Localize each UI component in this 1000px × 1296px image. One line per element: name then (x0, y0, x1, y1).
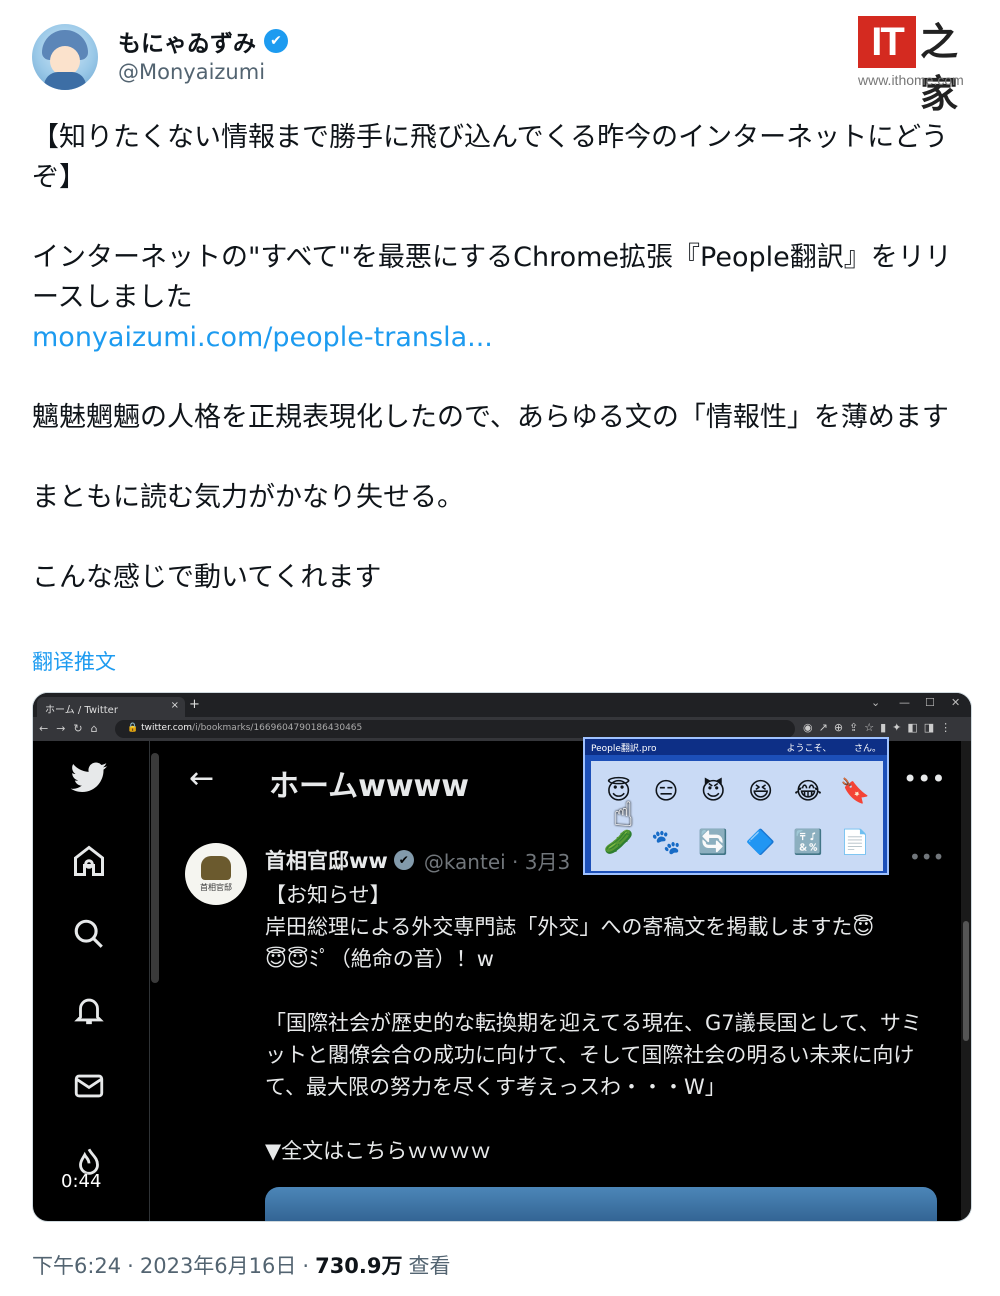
new-tab-icon: + (189, 697, 200, 712)
post-avatar: 首相官邸 (185, 843, 247, 905)
popup-option-icon[interactable]: 🐾 (644, 818, 687, 865)
verified-badge-icon: ✔ (264, 29, 288, 53)
page-title: ホームwwww (269, 769, 469, 804)
watermark-url: www.ithome.com (858, 72, 964, 88)
verified-badge-icon: ✔ (393, 850, 414, 870)
tweet-time[interactable]: 下午6:24 (32, 1250, 121, 1280)
popup-title: People翻訳.pro (591, 744, 657, 754)
popup-icon-grid: 😇 😑 😈 😆 😂 🔖 🥒 🐾 🔄 🔷 🔣 📄 (591, 761, 883, 871)
popup-option-icon[interactable]: 😈 (692, 767, 735, 814)
views-label: 查看 (408, 1254, 451, 1278)
tweet-link[interactable]: monyaizumi.com/people-transla... (32, 318, 972, 358)
maximize-icon: ☐ (925, 696, 935, 709)
tweet-paragraph: 【知りたくない情報まで勝手に飛び込んでくる昨今のインターネットにどうぞ】 (32, 122, 949, 193)
url-path: /i/bookmarks/1669604790186430465 (192, 723, 363, 733)
author-display-name[interactable]: もにゃゐずみ (118, 24, 256, 58)
popup-option-icon[interactable]: 😂 (786, 767, 829, 814)
tweet-date[interactable]: 2023年6月16日 (140, 1250, 297, 1280)
url-host: twitter.com (141, 723, 193, 733)
post-body: 【お知らせ】 岸田総理による外交専門誌「外交」への寄稿文を掲載しますた😇 😇😇ﾐ… (265, 883, 922, 1163)
divider (149, 741, 150, 1221)
separator: · (127, 1254, 134, 1278)
post-author-name: 首相官邸ww (265, 849, 388, 873)
tweet-paragraph: インターネットの"すべて"を最悪にするChrome拡張『People翻訳』をリリ… (32, 242, 952, 313)
browser-tab-strip: ホーム / Twitter × + ⌄ — ☐ ✕ (33, 693, 971, 717)
more-icon: ••• (903, 765, 946, 793)
home-icon (67, 843, 111, 887)
popup-option-icon[interactable]: 🔷 (739, 818, 782, 865)
view-count: 730.9万 (315, 1254, 403, 1278)
link-card (265, 1187, 937, 1221)
watermark-brand-suffix: 之家 (920, 20, 959, 116)
hand-cursor-icon: ☝ (613, 795, 634, 835)
popup-option-icon[interactable]: 😑 (644, 767, 687, 814)
browser-tab: ホーム / Twitter × (37, 697, 185, 717)
separator: · (302, 1254, 310, 1278)
popup-option-icon[interactable]: 🔄 (692, 818, 735, 865)
popup-header: People翻訳.pro ようこそ、 さん。 (585, 739, 887, 755)
address-bar: 🔒 twitter.com/i/bookmarks/16696047901864… (115, 720, 795, 738)
browser-nav-icons: ←→↻⌂ (39, 722, 106, 735)
chevron-down-icon: ⌄ (871, 696, 881, 709)
tweet-paragraph: まともに読む気力がかなり失せる。 (32, 482, 464, 513)
browser-tab-title: ホーム / Twitter (45, 705, 118, 716)
minimize-icon: — (899, 696, 910, 709)
mail-icon (67, 1069, 111, 1113)
post-handle: @kantei · 3月3 (423, 849, 571, 874)
tweet-text: 【知りたくない情報まで勝手に飛び込んでくる昨今のインターネットにどうぞ】 インタ… (32, 118, 972, 598)
tweet-paragraph: こんな感じで動いてくれます (32, 562, 382, 593)
more-icon: ••• (909, 845, 945, 869)
paulownia-emblem-icon (201, 855, 231, 880)
video-time-badge: 0:44 (61, 1171, 102, 1192)
popup-greeting: ようこそ、 さん。 (786, 744, 881, 754)
tweet-meta: 下午6:24 · 2023年6月16日 · 730.9万 查看 (32, 1250, 451, 1280)
popup-option-icon[interactable]: 📄 (834, 818, 877, 865)
scrollbar (961, 741, 971, 1221)
popup-option-icon[interactable]: 😆 (739, 767, 782, 814)
extension-icons: ◉↗⊕⇪☆▮✦◧◨⋮ (803, 721, 958, 734)
popup-option-icon[interactable]: 🔖 (834, 767, 877, 814)
ithome-watermark: IT 之家 www.ithome.com (858, 16, 986, 116)
bell-icon (67, 993, 111, 1037)
window-close-icon: ✕ (951, 696, 961, 709)
tweet-paragraph: 魑魅魍魎の人格を正規表現化したので、あらゆる文の「情報性」を薄めます (32, 402, 949, 433)
translate-tweet-link[interactable]: 翻译推文 (32, 646, 116, 676)
close-icon: × (170, 700, 179, 711)
popup-option-icon[interactable]: 🔣 (786, 818, 829, 865)
tweet-video[interactable]: ホーム / Twitter × + ⌄ — ☐ ✕ ←→↻⌂ 🔒 twitter… (32, 692, 972, 1222)
watermark-brand: IT (858, 16, 916, 68)
author-handle[interactable]: @Monyaizumi (118, 60, 265, 84)
post-avatar-label: 首相官邸 (200, 882, 232, 892)
back-arrow-icon: ← (189, 761, 215, 796)
search-icon (67, 917, 111, 961)
twitter-bird-icon (67, 757, 111, 801)
post-author: 首相官邸ww ✔ @kantei · 3月3 (265, 845, 570, 875)
author-avatar[interactable] (32, 24, 98, 90)
scrollbar (151, 753, 159, 983)
author-name[interactable]: もにゃゐずみ ✔ (118, 24, 288, 58)
